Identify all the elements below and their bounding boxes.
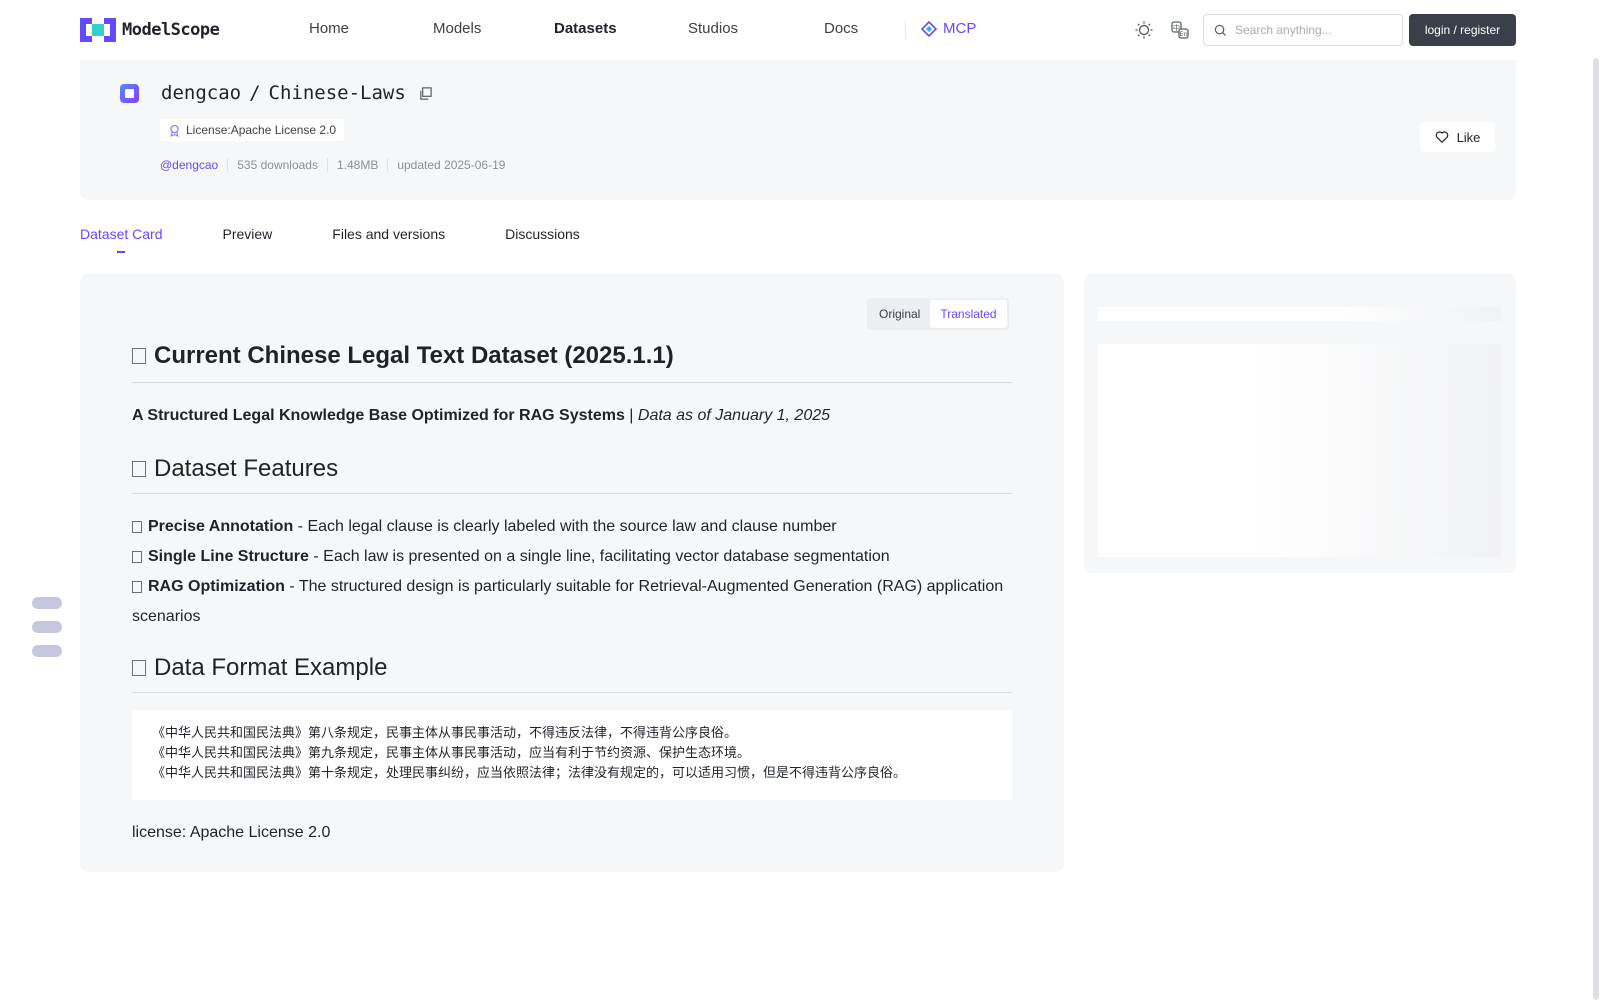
format-heading: Data Format Example — [132, 654, 1012, 693]
card-subtitle: A Structured Legal Knowledge Base Optimi… — [132, 401, 1012, 431]
list-item: Precise Annotation - Each legal clause i… — [132, 512, 1012, 542]
dataset-name: Chinese-Laws — [268, 82, 406, 104]
emoji-placeholder-icon — [132, 461, 146, 477]
code-line: 《中华人民共和国民法典》第八条规定，民事主体从事民事活动，不得违反法律，不得违背… — [152, 726, 738, 741]
translated-option[interactable]: Translated — [930, 300, 1007, 328]
card-title-text: Current Chinese Legal Text Dataset (2025… — [154, 342, 674, 369]
subtitle-bold: A Structured Legal Knowledge Base Optimi… — [132, 407, 625, 424]
nav-studios[interactable]: Studios — [688, 20, 738, 37]
dataset-owner-link[interactable]: dengcao — [161, 82, 241, 104]
page-scrollbar[interactable] — [1593, 58, 1599, 1000]
card-title: Current Chinese Legal Text Dataset (2025… — [132, 342, 1012, 383]
logo-icon — [80, 18, 116, 42]
title-separator: / — [249, 82, 261, 104]
nav-docs[interactable]: Docs — [824, 20, 858, 37]
license-tag-label: License:Apache License 2.0 — [186, 123, 337, 137]
markdown-body: Current Chinese Legal Text Dataset (2025… — [132, 342, 1012, 848]
language-toggle-icon[interactable]: 中 En — [1170, 20, 1190, 40]
like-label: Like — [1456, 129, 1481, 145]
toc-bar — [32, 621, 62, 633]
like-button[interactable]: Like — [1420, 122, 1495, 152]
feature-text: - Each legal clause is clearly labeled w… — [293, 518, 837, 535]
nav-models[interactable]: Models — [433, 20, 481, 37]
nav-datasets[interactable]: Datasets — [554, 20, 617, 37]
download-count: 535 downloads — [227, 158, 327, 172]
list-item: RAG Optimization - The structured design… — [132, 572, 1012, 632]
emoji-placeholder-icon — [132, 348, 146, 364]
emoji-placeholder-icon — [132, 580, 142, 593]
tab-files-and-versions[interactable]: Files and versions — [332, 226, 445, 242]
tab-discussions[interactable]: Discussions — [505, 226, 580, 242]
emoji-placeholder-icon — [132, 520, 142, 533]
author-link[interactable]: @dengcao — [160, 158, 227, 172]
search-icon — [1214, 24, 1227, 36]
toc-toggle-handle[interactable] — [32, 597, 62, 657]
dataset-size: 1.48MB — [326, 158, 387, 172]
updated-date: updated 2025-06-19 — [387, 158, 514, 172]
features-heading-text: Dataset Features — [154, 455, 339, 482]
dataset-tabs: Dataset Card Preview Files and versions … — [80, 226, 640, 253]
theme-toggle-icon[interactable] — [1134, 20, 1154, 40]
dataset-header: dengcao / Chinese-Laws License:Apache Li… — [80, 60, 1516, 200]
nav-mcp[interactable]: MCP — [921, 20, 976, 37]
heart-icon — [1435, 131, 1448, 143]
code-line: 《中华人民共和国民法典》第九条规定，民事主体从事民事活动，应当有利于节约资源、保… — [152, 746, 751, 761]
skeleton-block — [1098, 344, 1501, 557]
nav-divider — [905, 22, 906, 38]
nav-home[interactable]: Home — [309, 20, 349, 37]
features-heading: Dataset Features — [132, 455, 1012, 494]
search-box[interactable] — [1203, 14, 1403, 46]
format-heading-text: Data Format Example — [154, 654, 388, 681]
dataset-meta: @dengcao 535 downloads 1.48MB updated 20… — [160, 158, 514, 172]
dataset-card-content: Original Translated Current Chinese Lega… — [80, 274, 1064, 872]
copy-icon[interactable] — [418, 86, 433, 101]
code-block: 《中华人民共和国民法典》第八条规定，民事主体从事民事活动，不得违反法律，不得违背… — [132, 710, 1012, 800]
code-line: 《中华人民共和国民法典》第十条规定，处理民事纠纷，应当依照法律；法律没有规定的，… — [152, 766, 907, 781]
top-nav: ModelScope Home Models Datasets Studios … — [0, 0, 1600, 60]
skeleton-line — [1098, 307, 1501, 321]
original-option[interactable]: Original — [869, 300, 930, 328]
features-list: Precise Annotation - Each legal clause i… — [132, 512, 1012, 632]
subtitle-separator: | — [624, 407, 638, 424]
license-line: license: Apache License 2.0 — [132, 824, 331, 841]
license-tag[interactable]: License:Apache License 2.0 — [160, 119, 345, 141]
modelscope-logo[interactable]: ModelScope — [80, 18, 220, 42]
feature-title: RAG Optimization — [148, 578, 285, 595]
logo-text: ModelScope — [122, 20, 220, 40]
feature-title: Single Line Structure — [148, 548, 309, 565]
toc-bar — [32, 645, 62, 657]
list-item: Single Line Structure - Each law is pres… — [132, 542, 1012, 572]
emoji-placeholder-icon — [132, 550, 142, 563]
toc-bar — [32, 597, 62, 609]
dataset-avatar — [120, 84, 139, 103]
tab-dataset-card[interactable]: Dataset Card — [80, 226, 162, 253]
translation-toggle: Original Translated — [867, 298, 1009, 330]
mcp-label: MCP — [943, 20, 977, 37]
tab-preview[interactable]: Preview — [222, 226, 272, 242]
sidebar-loading-panel — [1084, 274, 1516, 573]
mcp-icon — [921, 20, 937, 37]
emoji-placeholder-icon — [132, 660, 146, 676]
subtitle-italic: Data as of January 1, 2025 — [637, 407, 831, 424]
feature-title: Precise Annotation — [148, 518, 294, 535]
svg-text:En: En — [1179, 30, 1187, 38]
search-input[interactable] — [1235, 23, 1385, 37]
license-badge-icon — [170, 124, 179, 137]
feature-text: - Each law is presented on a single line… — [308, 548, 890, 565]
login-register-button[interactable]: login / register — [1409, 14, 1516, 46]
dataset-title: dengcao / Chinese-Laws — [161, 82, 433, 104]
